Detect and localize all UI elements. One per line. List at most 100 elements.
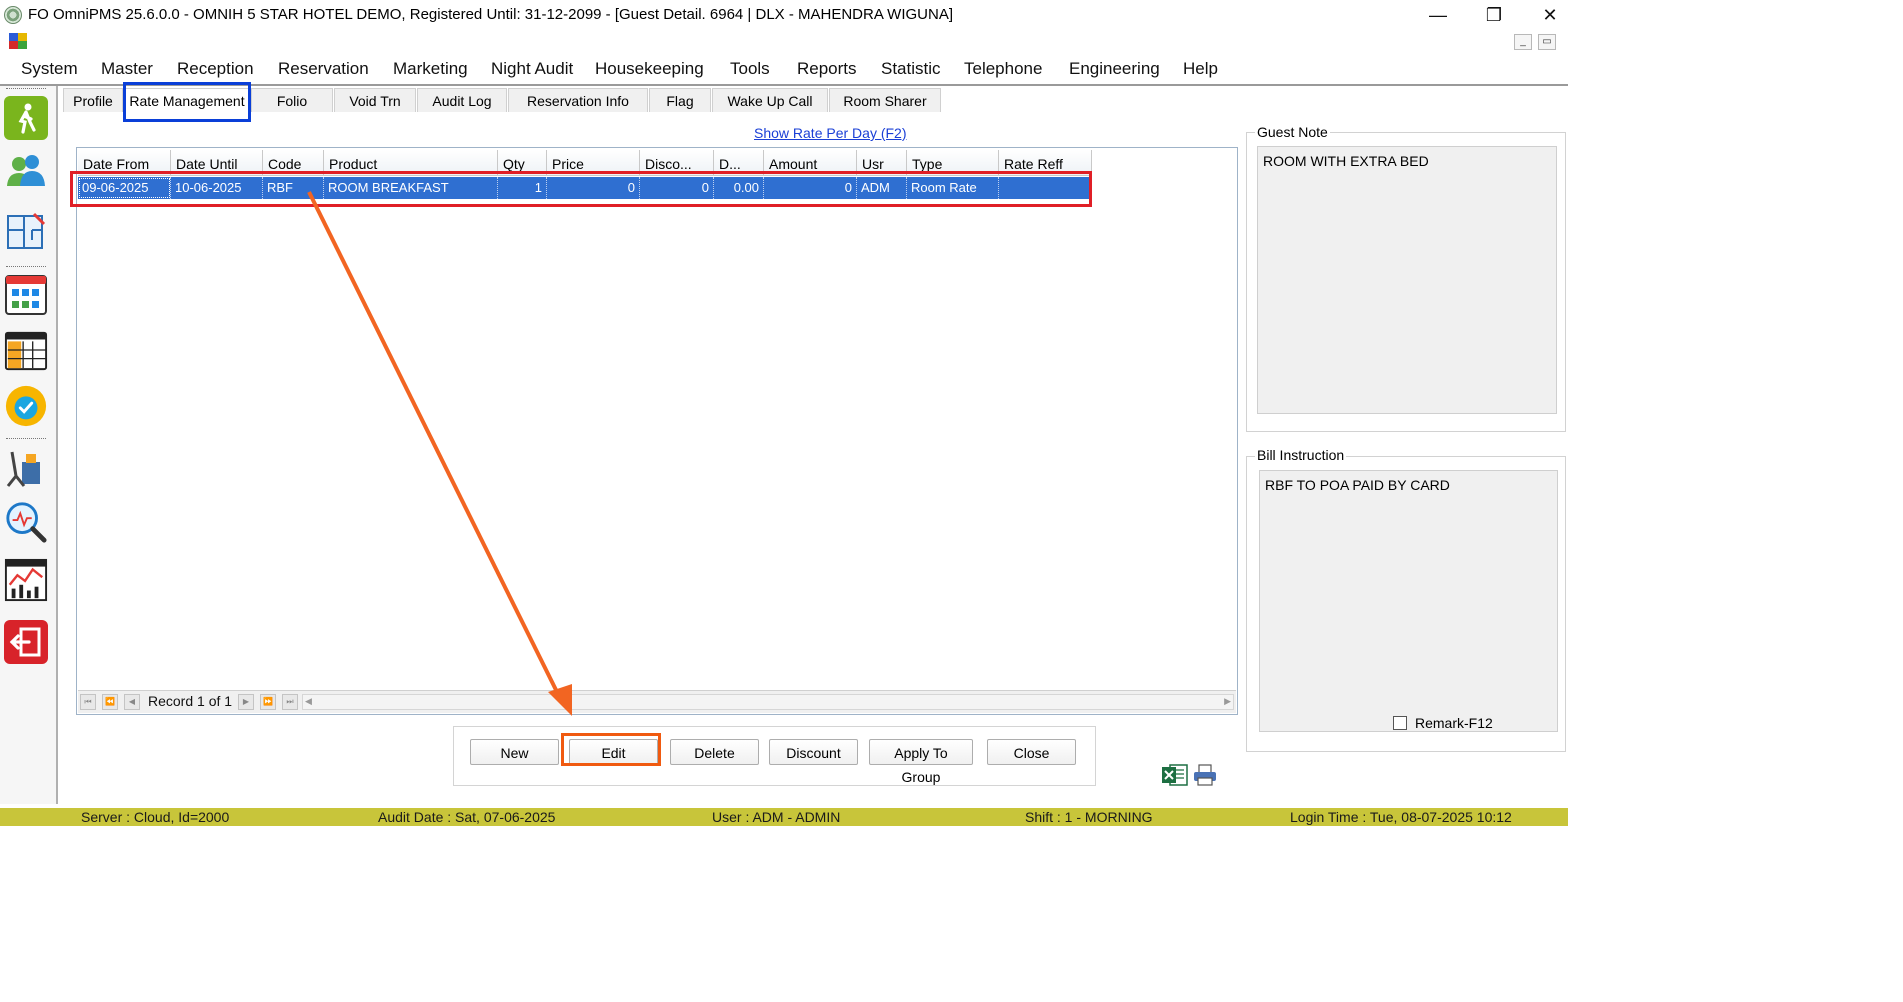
sidebar-separator — [6, 88, 46, 89]
next-page-button[interactable]: ⏩ — [260, 694, 276, 710]
table-row[interactable]: 09-06-2025 10-06-2025 RBF ROOM BREAKFAST… — [78, 177, 1092, 199]
mdi-minimize-button[interactable]: _ — [1514, 34, 1532, 50]
minimize-button[interactable]: — — [1410, 0, 1466, 30]
bill-instruction-textarea[interactable]: RBF TO POA PAID BY CARD — [1259, 470, 1558, 732]
print-icon[interactable] — [1193, 764, 1217, 786]
cell-amount[interactable]: 0 — [764, 177, 857, 199]
column-header-usr[interactable]: Usr — [857, 150, 907, 176]
cell-product[interactable]: ROOM BREAKFAST — [324, 177, 498, 199]
guest-note-textarea[interactable]: ROOM WITH EXTRA BED — [1257, 146, 1557, 414]
menu-master[interactable]: Master — [101, 59, 153, 79]
sidebar-separator — [6, 266, 46, 267]
column-header-price[interactable]: Price — [547, 150, 640, 176]
close-window-button[interactable]: ✕ — [1522, 0, 1578, 30]
guests-icon[interactable] — [4, 150, 48, 194]
status-bar: Server : Cloud, Id=2000 Audit Date : Sat… — [0, 808, 1568, 826]
column-header-date-until[interactable]: Date Until — [171, 150, 263, 176]
title-bar: FO OmniPMS 25.6.0.0 - OMNIH 5 STAR HOTEL… — [0, 0, 1568, 30]
remark-checkbox[interactable] — [1393, 716, 1407, 730]
menu-tools[interactable]: Tools — [730, 59, 770, 79]
column-header-code[interactable]: Code — [263, 150, 324, 176]
discount-button[interactable]: Discount — [769, 739, 858, 765]
record-count: Record 1 of 1 — [148, 693, 233, 709]
column-header-date-from[interactable]: Date From — [78, 150, 171, 176]
delete-button[interactable]: Delete — [670, 739, 759, 765]
rate-grid — [76, 147, 1238, 715]
tab-rate-management[interactable]: Rate Management — [124, 88, 250, 112]
quick-launch-sidebar — [0, 86, 58, 804]
status-server: Server : Cloud, Id=2000 — [81, 809, 230, 825]
analytics-search-icon[interactable] — [4, 500, 48, 544]
mdi-window-icon[interactable] — [9, 33, 27, 49]
close-button[interactable]: Close — [987, 739, 1076, 765]
menu-engineering[interactable]: Engineering — [1069, 59, 1160, 79]
sidebar-separator — [6, 438, 46, 439]
next-record-button[interactable]: ▶ — [238, 694, 254, 710]
cell-rate-reff[interactable] — [999, 177, 1092, 199]
scroll-left-icon[interactable]: ◀ — [305, 696, 312, 707]
status-login-time: Login Time : Tue, 08-07-2025 10:12 — [1290, 809, 1512, 825]
detail-tabs: Profile Rate Management Folio Void Trn A… — [60, 86, 941, 114]
prev-record-button[interactable]: ◀ — [124, 694, 140, 710]
restore-button[interactable]: ❐ — [1466, 0, 1522, 30]
menu-marketing[interactable]: Marketing — [393, 59, 468, 79]
menu-night-audit[interactable]: Night Audit — [491, 59, 573, 79]
menu-statistic[interactable]: Statistic — [881, 59, 941, 79]
cell-d[interactable]: 0.00 — [714, 177, 764, 199]
walk-in-icon[interactable] — [4, 96, 48, 140]
report-chart-icon[interactable] — [4, 558, 48, 602]
calendar-2023-icon[interactable] — [4, 328, 48, 372]
menu-help[interactable]: Help — [1183, 59, 1218, 79]
tab-audit-log[interactable]: Audit Log — [417, 88, 507, 112]
app-icon — [4, 6, 22, 24]
horizontal-scrollbar[interactable]: ◀ ▶ — [302, 694, 1234, 710]
tab-reservation-info[interactable]: Reservation Info — [508, 88, 648, 112]
tab-room-sharer[interactable]: Room Sharer — [829, 88, 941, 112]
status-user: User : ADM - ADMIN — [712, 809, 841, 825]
new-button[interactable]: New — [470, 739, 559, 765]
cell-usr[interactable]: ADM — [857, 177, 907, 199]
column-header-discount[interactable]: Disco... — [640, 150, 714, 176]
cell-qty[interactable]: 1 — [498, 177, 547, 199]
cell-date-until[interactable]: 10-06-2025 — [171, 177, 263, 199]
menu-housekeeping[interactable]: Housekeeping — [595, 59, 704, 79]
column-header-rate-reff[interactable]: Rate Reff — [999, 150, 1092, 176]
tab-wake-up-call[interactable]: Wake Up Call — [712, 88, 828, 112]
cell-type[interactable]: Room Rate — [907, 177, 999, 199]
column-header-qty[interactable]: Qty — [498, 150, 547, 176]
tab-void-trn[interactable]: Void Trn — [334, 88, 416, 112]
menu-reports[interactable]: Reports — [797, 59, 857, 79]
tab-folio[interactable]: Folio — [251, 88, 333, 112]
column-header-amount[interactable]: Amount — [764, 150, 857, 176]
menu-telephone[interactable]: Telephone — [964, 59, 1042, 79]
menu-reservation[interactable]: Reservation — [278, 59, 369, 79]
room-grid-calendar-icon[interactable] — [4, 272, 48, 316]
housekeeping-icon[interactable] — [4, 446, 48, 490]
last-record-button[interactable]: ⏭ — [282, 694, 298, 710]
cell-date-from[interactable]: 09-06-2025 — [78, 177, 171, 199]
logout-icon[interactable] — [4, 620, 48, 664]
floor-plan-icon[interactable] — [4, 210, 48, 254]
tab-flag[interactable]: Flag — [649, 88, 711, 112]
tab-profile[interactable]: Profile — [63, 88, 123, 112]
bill-instruction-label: Bill Instruction — [1255, 447, 1347, 463]
cell-price[interactable]: 0 — [547, 177, 640, 199]
column-header-product[interactable]: Product — [324, 150, 498, 176]
column-header-d[interactable]: D... — [714, 150, 764, 176]
menu-reception[interactable]: Reception — [177, 59, 254, 79]
availability-badge-icon[interactable] — [4, 384, 48, 428]
export-excel-icon[interactable] — [1162, 763, 1188, 787]
menu-bar: System Master Reception Reservation Mark… — [0, 54, 1568, 86]
edit-button[interactable]: Edit — [569, 739, 658, 765]
cell-discount[interactable]: 0 — [640, 177, 714, 199]
first-record-button[interactable]: ⏮ — [80, 694, 96, 710]
column-header-type[interactable]: Type — [907, 150, 999, 176]
mdi-bar: _ ▭ — [0, 30, 1568, 55]
prev-page-button[interactable]: ⏪ — [102, 694, 118, 710]
mdi-restore-button[interactable]: ▭ — [1538, 34, 1556, 50]
menu-system[interactable]: System — [21, 59, 78, 79]
show-rate-per-day-link[interactable]: Show Rate Per Day (F2) — [754, 125, 907, 141]
cell-code[interactable]: RBF — [263, 177, 324, 199]
scroll-right-icon[interactable]: ▶ — [1224, 696, 1231, 707]
apply-to-group-button[interactable]: Apply To Group — [869, 739, 973, 785]
